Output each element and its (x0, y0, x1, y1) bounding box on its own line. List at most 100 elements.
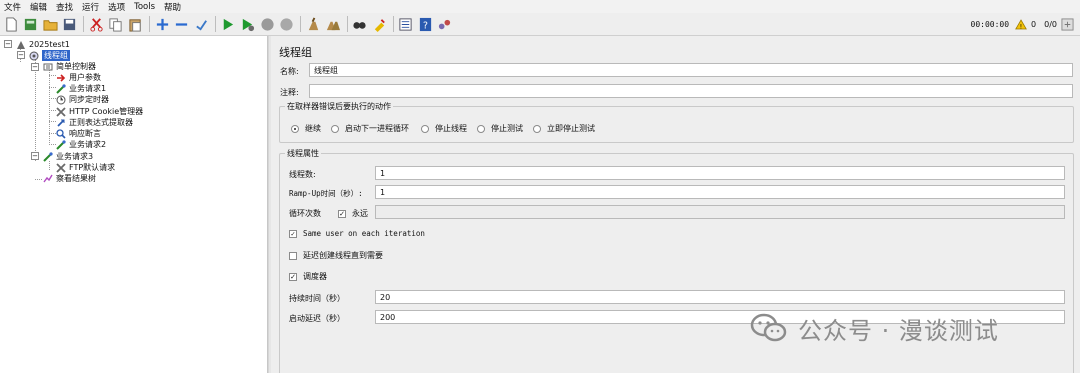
tree-node[interactable]: FTP默认请求 (56, 162, 115, 173)
tree-collapse-toggle[interactable]: − (31, 63, 39, 71)
watermark: 公众号 · 漫谈测试 (750, 308, 999, 348)
remote-icon[interactable] (437, 16, 453, 32)
radio-indicator (291, 124, 299, 133)
search-icon[interactable] (352, 16, 368, 32)
checkbox-label: 延迟创建线程直到需要 (303, 251, 383, 260)
remove-icon[interactable] (174, 16, 190, 32)
forever-checkbox[interactable]: ✓ 永远 (338, 208, 368, 219)
radio-stop-test-now[interactable]: 立即停止测试 (533, 123, 595, 134)
comment-label: 注释: (280, 88, 299, 97)
radio-indicator (331, 124, 339, 133)
menu-bar: 文件 编辑 查找 运行 选项 Tools 帮助 (0, 0, 1080, 13)
thread-count: 0/0 (1044, 20, 1057, 29)
tree-line (49, 161, 50, 170)
test-plan-icon (16, 40, 26, 50)
toolbar-status: 00:00:00 ! 0 0/0 (971, 13, 1080, 36)
tree-node[interactable]: 2025test1 (16, 39, 70, 50)
listener-icon (43, 174, 53, 184)
cut-icon[interactable] (88, 16, 104, 32)
threads-field[interactable]: 1 (375, 166, 1065, 180)
stop-icon[interactable] (259, 16, 275, 32)
same-user-checkbox[interactable]: ✓ Same user on each iteration (289, 229, 425, 238)
menu-run[interactable]: 运行 (82, 1, 99, 13)
tree-node-label: 正则表达式提取器 (69, 118, 133, 127)
menu-file[interactable]: 文件 (4, 1, 21, 13)
tree-collapse-toggle[interactable]: − (4, 40, 12, 48)
tree-node[interactable]: 业务请求3 (43, 151, 93, 162)
tree-node[interactable]: 察看结果树 (43, 173, 96, 184)
postprocessor-icon (56, 118, 66, 128)
controller-icon (43, 62, 53, 72)
open-icon[interactable] (42, 16, 58, 32)
watermark-text: 公众号 · 漫谈测试 (798, 316, 999, 345)
toolbar-separator (346, 16, 348, 32)
tree-collapse-toggle[interactable]: − (17, 51, 25, 59)
new-icon[interactable] (3, 16, 19, 32)
menu-help[interactable]: 帮助 (164, 1, 181, 13)
checkbox-indicator (289, 251, 297, 260)
tree-node[interactable]: HTTP Cookie管理器 (56, 106, 143, 117)
comment-field[interactable] (309, 84, 1073, 98)
toggle-icon[interactable] (193, 16, 209, 32)
duration-field[interactable]: 20 (375, 290, 1065, 304)
sampler-icon (56, 139, 66, 150)
save-icon[interactable] (62, 16, 78, 32)
toolbar: ? 00:00:00 ! 0 0/0 (0, 13, 1080, 36)
name-field[interactable]: 线程组 (309, 63, 1073, 77)
tree-node-label: 察看结果树 (56, 174, 96, 183)
tree-node[interactable]: 正则表达式提取器 (56, 117, 133, 128)
tree-node-label: 简单控制器 (56, 62, 96, 71)
tree-node[interactable]: 同步定时器 (56, 94, 109, 105)
radio-start-next-loop[interactable]: 启动下一进程循环 (331, 123, 409, 134)
radio-stop-test[interactable]: 停止测试 (477, 123, 523, 134)
tree-node-label: 业务请求3 (56, 152, 94, 161)
copy-icon[interactable] (108, 16, 124, 32)
menu-tools[interactable]: Tools (134, 2, 155, 12)
startup-delay-label: 启动延迟（秒） (289, 314, 345, 323)
radio-stop-thread[interactable]: 停止线程 (421, 123, 467, 134)
menu-edit[interactable]: 编辑 (30, 1, 47, 13)
threads-label: 线程数: (289, 170, 316, 179)
radio-indicator (477, 124, 485, 133)
rampup-field[interactable]: 1 (375, 185, 1065, 199)
radio-label: 停止测试 (491, 124, 523, 133)
delay-thread-creation-checkbox[interactable]: 延迟创建线程直到需要 (289, 250, 383, 261)
thread-group-icon (29, 51, 39, 61)
tree-node[interactable]: 线程组 (29, 50, 70, 61)
paste-icon[interactable] (128, 16, 144, 32)
tree-node-label: 业务请求2 (69, 140, 107, 149)
tree-line (49, 133, 56, 134)
warning-icon[interactable]: ! (1015, 19, 1027, 30)
help-icon[interactable]: ? (417, 16, 433, 32)
tree-line (49, 87, 56, 88)
scheduler-checkbox[interactable]: ✓ 调度器 (289, 271, 327, 282)
start-icon[interactable] (220, 16, 236, 32)
tree-node[interactable]: 响应断言 (56, 128, 101, 139)
clear-all-icon[interactable] (325, 16, 341, 32)
templates-icon[interactable] (23, 16, 39, 32)
function-helper-icon[interactable] (398, 16, 414, 32)
tree-line (49, 121, 56, 122)
tree-node-label: 用户参数 (69, 73, 101, 82)
radio-indicator (533, 124, 541, 133)
radio-continue[interactable]: 继续 (291, 123, 321, 134)
checkbox-label: Same user on each iteration (303, 229, 425, 238)
tree-node[interactable]: 简单控制器 (43, 61, 96, 72)
tree-node[interactable]: 用户参数 (56, 72, 101, 83)
tree-node[interactable]: 业务请求2 (56, 139, 106, 150)
tree-node[interactable]: 业务请求1 (56, 83, 106, 94)
shutdown-icon[interactable] (279, 16, 295, 32)
checkbox-label: 永远 (352, 209, 368, 218)
timer-icon (56, 95, 66, 105)
start-no-pause-icon[interactable] (240, 16, 256, 32)
clear-icon[interactable] (305, 16, 321, 32)
tree-collapse-toggle[interactable]: − (31, 152, 39, 160)
menu-options[interactable]: 选项 (108, 1, 125, 13)
preprocessor-icon (56, 73, 66, 83)
menu-search[interactable]: 查找 (56, 1, 73, 13)
loop-count-field[interactable] (375, 205, 1065, 219)
reset-search-icon[interactable] (371, 16, 387, 32)
radio-label: 停止线程 (435, 124, 467, 133)
add-icon[interactable] (154, 16, 170, 32)
tree-line (49, 110, 56, 111)
